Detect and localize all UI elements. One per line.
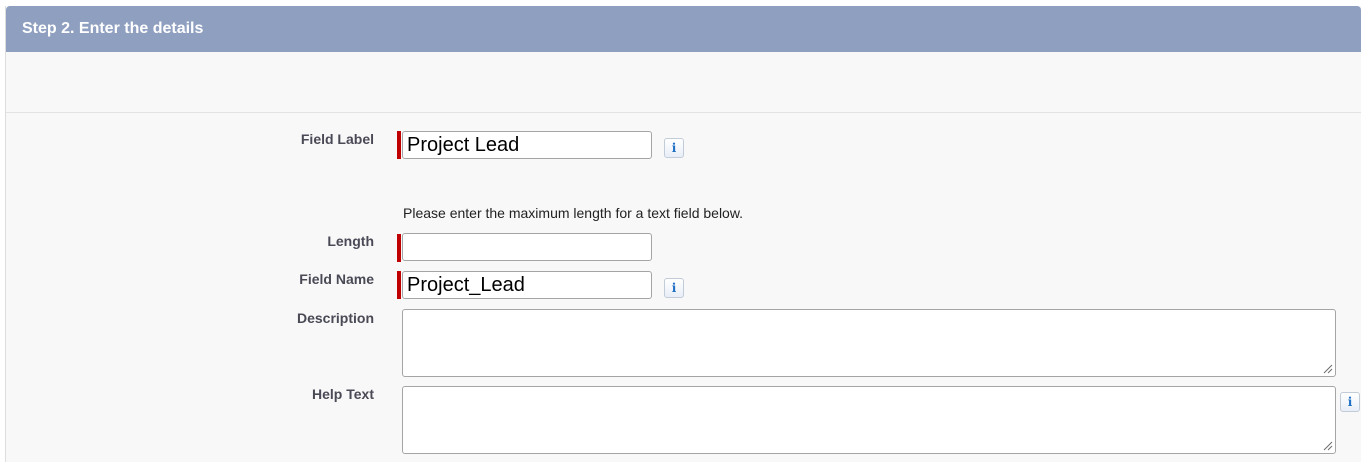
details-panel: Step 2. Enter the details Field Label i … — [5, 6, 1361, 462]
step-title: Step 2. Enter the details — [22, 20, 204, 37]
length-note: Please enter the maximum length for a te… — [403, 205, 744, 221]
help-text-wrapper — [402, 386, 1336, 454]
description-wrapper — [402, 309, 1336, 377]
field-label-label: Field Label — [300, 131, 374, 147]
length-input[interactable] — [402, 233, 652, 261]
help-text-textarea[interactable] — [402, 386, 1336, 454]
field-label-input[interactable] — [402, 131, 652, 159]
description-label: Description — [296, 310, 374, 326]
length-required-marker — [397, 234, 401, 262]
section-divider — [6, 112, 1361, 113]
field-label-info-icon[interactable]: i — [664, 138, 684, 158]
step-header: Step 2. Enter the details — [6, 6, 1361, 52]
help-text-info-icon[interactable]: i — [1340, 392, 1360, 412]
field-name-info-icon[interactable]: i — [664, 278, 684, 298]
field-label-required-marker — [397, 131, 401, 159]
resize-grip-icon[interactable] — [1323, 441, 1333, 451]
resize-grip-icon[interactable] — [1323, 364, 1333, 374]
field-name-required-marker — [397, 271, 401, 299]
field-name-label: Field Name — [299, 271, 374, 287]
description-textarea[interactable] — [402, 309, 1336, 377]
help-text-label: Help Text — [312, 386, 374, 402]
field-name-input[interactable] — [402, 271, 652, 299]
length-label: Length — [327, 233, 374, 249]
